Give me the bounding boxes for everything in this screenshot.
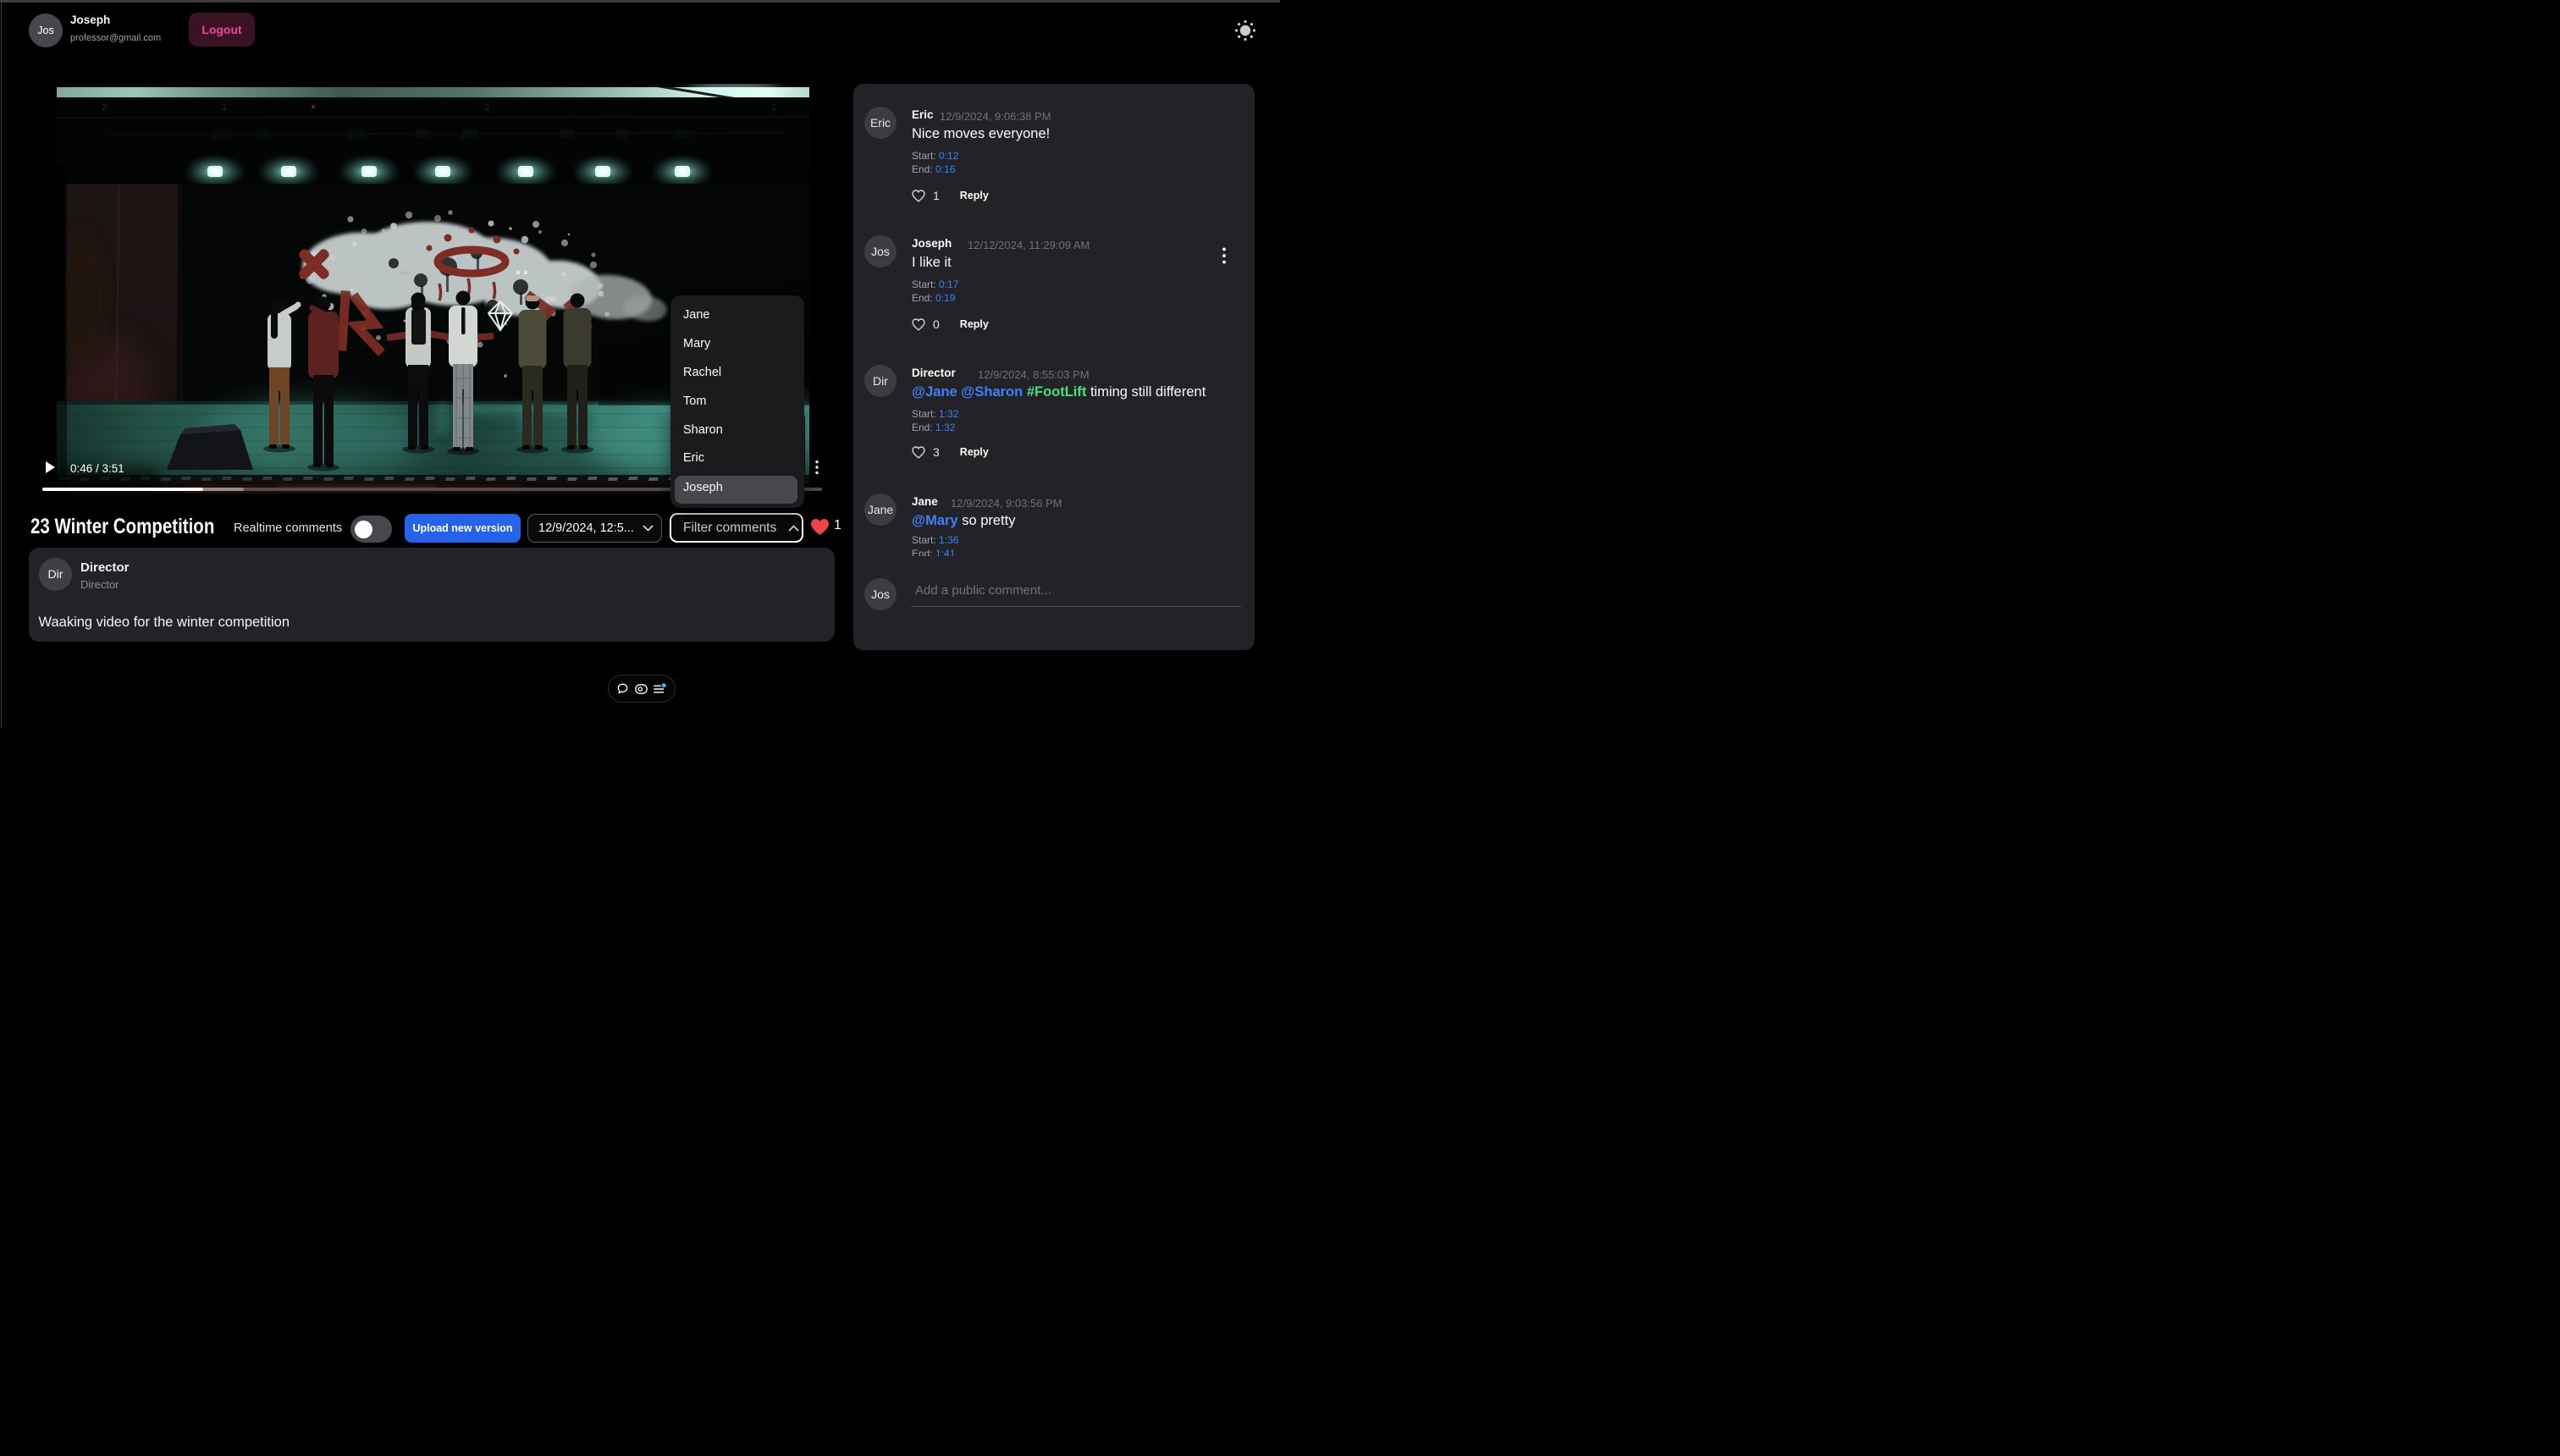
- svg-text:1: 1: [771, 102, 776, 113]
- svg-text:1: 1: [222, 102, 227, 113]
- svg-text:2: 2: [484, 102, 489, 113]
- svg-text:2: 2: [102, 102, 107, 113]
